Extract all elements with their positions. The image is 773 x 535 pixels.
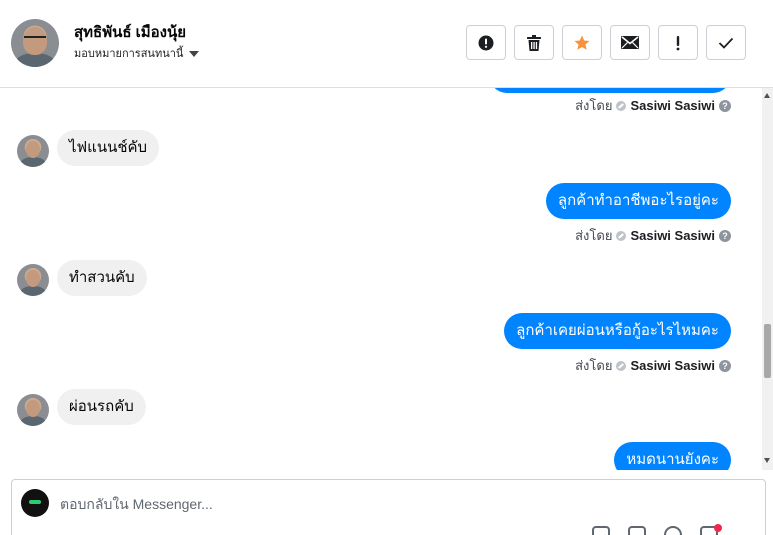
sent-by-label: ส่งโดย	[575, 228, 613, 243]
mark-unread-button[interactable]	[610, 25, 650, 60]
envelope-icon	[621, 36, 639, 49]
exclamation-circle-icon	[478, 35, 494, 50]
help-icon[interactable]: ?	[719, 99, 731, 112]
contact-avatar[interactable]	[11, 19, 59, 67]
sender-badge-icon	[616, 230, 627, 241]
sent-by-label: ส่งโดย	[575, 98, 613, 113]
attachment-icon[interactable]	[592, 526, 610, 535]
emoji-icon[interactable]	[664, 526, 682, 535]
conversation-window: สุทธิพันธ์ เมืองนุ้ย มอบหมายการสนทนานี้	[0, 0, 773, 535]
trash-icon	[527, 34, 541, 51]
star-icon	[574, 35, 590, 50]
sender-name[interactable]: Sasiwi Sasiwi	[630, 228, 715, 243]
contact-avatar-small[interactable]	[17, 394, 49, 426]
incoming-message-bubble[interactable]: ผ่อนรถคับ	[57, 389, 146, 425]
outgoing-message-bubble[interactable]: หมดนานยังคะ	[614, 442, 731, 470]
star-button[interactable]	[562, 25, 602, 60]
mark-done-button[interactable]	[706, 25, 746, 60]
composer-tools	[592, 526, 718, 535]
contact-name[interactable]: สุทธิพันธ์ เมืองนุ้ย	[74, 20, 186, 44]
assign-label: มอบหมายการสนทนานี้	[74, 48, 184, 60]
outgoing-message-bubble[interactable]: ลูกค้าทำอาชีพอะไรอยู่คะ	[545, 183, 731, 219]
sent-by-row: ส่งโดย Sasiwi Sasiwi ?	[575, 95, 731, 116]
assign-conversation-dropdown[interactable]: มอบหมายการสนทนานี้	[74, 44, 200, 62]
help-icon[interactable]: ?	[719, 229, 731, 242]
contact-avatar-small[interactable]	[17, 264, 49, 296]
outgoing-message-bubble[interactable]: ลูกค้าเคยผ่อนหรือกู้อะไรไหมคะ	[504, 313, 731, 349]
notification-dot	[714, 524, 722, 532]
scroll-up-arrow-icon[interactable]	[764, 93, 770, 98]
contact-avatar-small[interactable]	[17, 135, 49, 167]
reply-composer	[11, 479, 766, 535]
message-list-scrollbar[interactable]	[762, 88, 773, 470]
message-list[interactable]: ส่งโดย Sasiwi Sasiwi ? ไฟแนนช์คับ ลูกค้า…	[0, 88, 762, 470]
exclamation-icon	[676, 35, 680, 50]
sent-by-row: ส่งโดย Sasiwi Sasiwi ?	[575, 355, 731, 376]
scrollbar-thumb[interactable]	[764, 324, 771, 378]
incoming-message-bubble[interactable]: ทำสวนคับ	[57, 260, 147, 296]
reply-input[interactable]	[60, 494, 660, 514]
caret-down-icon	[189, 50, 200, 57]
delete-button[interactable]	[514, 25, 554, 60]
sent-by-label: ส่งโดย	[575, 358, 613, 373]
sender-name[interactable]: Sasiwi Sasiwi	[630, 358, 715, 373]
outgoing-message-bubble[interactable]	[489, 88, 731, 93]
follow-up-button[interactable]	[658, 25, 698, 60]
sender-badge-icon	[616, 360, 627, 371]
checkmark-icon	[718, 37, 734, 49]
sender-badge-icon	[616, 100, 627, 111]
sender-name[interactable]: Sasiwi Sasiwi	[630, 98, 715, 113]
report-button[interactable]	[466, 25, 506, 60]
incoming-message-bubble[interactable]: ไฟแนนช์คับ	[57, 130, 160, 166]
sent-by-row: ส่งโดย Sasiwi Sasiwi ?	[575, 225, 731, 246]
image-icon[interactable]	[628, 526, 646, 535]
conversation-toolbar	[466, 25, 746, 60]
conversation-header: สุทธิพันธ์ เมืองนุ้ย มอบหมายการสนทนานี้	[0, 0, 773, 88]
page-avatar	[21, 489, 49, 517]
help-icon[interactable]: ?	[719, 359, 731, 372]
scroll-down-arrow-icon[interactable]	[764, 458, 770, 463]
